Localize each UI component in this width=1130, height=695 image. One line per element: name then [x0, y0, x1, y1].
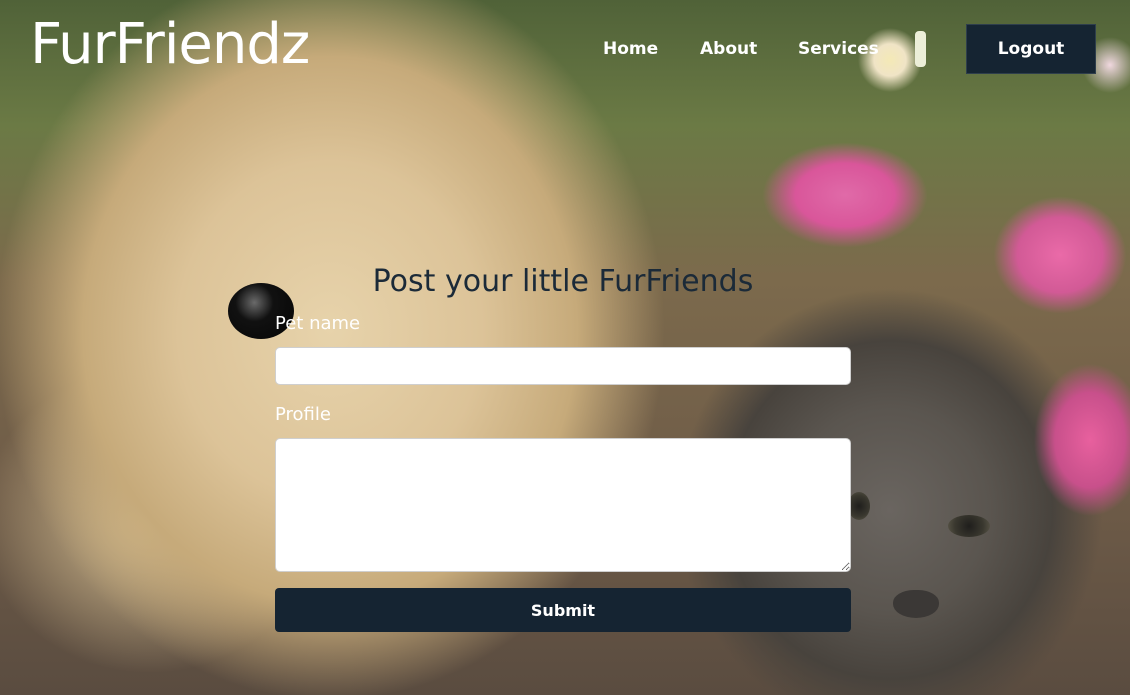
- kitten-nose: [893, 590, 939, 618]
- page: FurFriendz Home About Services Logout Po…: [0, 0, 1130, 695]
- pet-name-label: Pet name: [275, 313, 361, 334]
- logout-button[interactable]: Logout: [966, 24, 1096, 74]
- nav-services[interactable]: Services: [798, 38, 879, 60]
- profile-label: Profile: [275, 404, 331, 425]
- profile-textarea[interactable]: [275, 438, 851, 572]
- site-logo[interactable]: FurFriendz: [30, 10, 310, 80]
- kitten-eye-left: [848, 492, 870, 520]
- submit-button[interactable]: Submit: [275, 588, 851, 632]
- form-title: Post your little FurFriends: [372, 264, 754, 299]
- nav-home[interactable]: Home: [603, 38, 658, 60]
- nav-divider: [915, 31, 926, 67]
- kitten-eye-right: [948, 515, 990, 537]
- nav-about[interactable]: About: [700, 38, 757, 60]
- pet-name-input[interactable]: [275, 347, 851, 385]
